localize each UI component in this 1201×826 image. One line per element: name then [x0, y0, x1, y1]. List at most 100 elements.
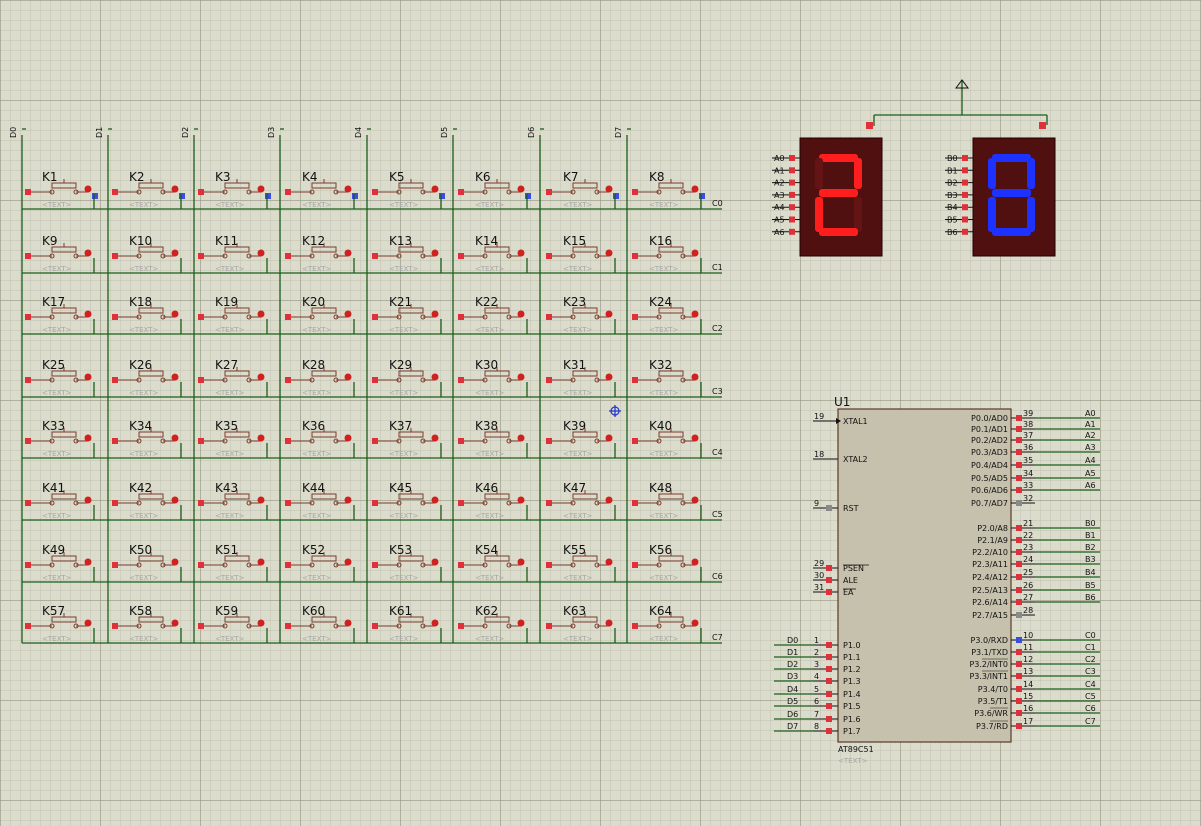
- key-pin[interactable]: [632, 500, 638, 506]
- key-K49[interactable]: K49 <TEXT>: [25, 543, 95, 582]
- key-K2[interactable]: K2 <TEXT>: [112, 170, 185, 209]
- key-pin[interactable]: [25, 377, 31, 383]
- key-pin[interactable]: [198, 623, 204, 629]
- key-K35[interactable]: K35 <TEXT>: [198, 419, 268, 458]
- key-probe[interactable]: [257, 249, 265, 257]
- key-pin[interactable]: [372, 377, 378, 383]
- display-pin-A2[interactable]: [789, 179, 795, 186]
- key-K19[interactable]: K19 <TEXT>: [198, 295, 268, 334]
- key-K36[interactable]: K36 <TEXT>: [285, 419, 355, 458]
- key-pin-active[interactable]: [613, 193, 619, 199]
- key-pin[interactable]: [546, 377, 552, 383]
- key-pin[interactable]: [25, 189, 31, 195]
- key-K51[interactable]: K51 <TEXT>: [198, 543, 268, 582]
- key-K3[interactable]: K3 <TEXT>: [198, 170, 271, 209]
- pin-marker[interactable]: [1016, 500, 1022, 506]
- pin-marker[interactable]: [1016, 599, 1022, 605]
- key-pin[interactable]: [372, 189, 378, 195]
- display-pin-B3[interactable]: [962, 191, 968, 198]
- display-pin-B1[interactable]: [962, 167, 968, 174]
- key-pin-active[interactable]: [265, 193, 271, 199]
- key-probe[interactable]: [171, 373, 179, 381]
- key-K41[interactable]: K41 <TEXT>: [25, 481, 95, 520]
- key-K56[interactable]: K56 <TEXT>: [632, 543, 702, 582]
- key-probe[interactable]: [605, 185, 613, 193]
- key-probe[interactable]: [605, 310, 613, 318]
- key-probe[interactable]: [344, 619, 352, 627]
- key-K9[interactable]: K9 <TEXT>: [25, 234, 95, 273]
- key-probe[interactable]: [344, 310, 352, 318]
- key-pin[interactable]: [25, 562, 31, 568]
- pin-marker[interactable]: [826, 666, 832, 672]
- key-probe[interactable]: [691, 185, 699, 193]
- key-K39[interactable]: K39 <TEXT>: [546, 419, 616, 458]
- pin-marker[interactable]: [826, 565, 832, 571]
- key-pin[interactable]: [546, 189, 552, 195]
- key-probe[interactable]: [431, 619, 439, 627]
- pin-marker[interactable]: [826, 589, 832, 595]
- pin-marker[interactable]: [1016, 649, 1022, 655]
- key-pin[interactable]: [285, 377, 291, 383]
- display-pin-B0[interactable]: [962, 155, 968, 161]
- power-terminal[interactable]: [866, 79, 1048, 129]
- pin-marker[interactable]: [826, 703, 832, 709]
- key-K26[interactable]: K26 <TEXT>: [112, 358, 182, 397]
- pin-marker[interactable]: [1016, 612, 1022, 618]
- mcu-at89c51[interactable]: U1AT89C51<TEXT>19XTAL118XTAL29RST29PSEN3…: [774, 395, 1100, 765]
- pin-marker[interactable]: [1016, 561, 1022, 567]
- key-probe[interactable]: [431, 434, 439, 442]
- key-pin-active[interactable]: [352, 193, 358, 199]
- key-probe[interactable]: [344, 185, 352, 193]
- key-pin[interactable]: [112, 500, 118, 506]
- key-probe[interactable]: [257, 310, 265, 318]
- pin-marker[interactable]: [1016, 462, 1022, 468]
- schematic-canvas[interactable]: D0 D1 D2 D3 D4 D5 D6 D7 C0 C1 C2 C3 C4 C5 C6 C7 K1 <TEXT>…: [0, 0, 1201, 826]
- display-pin-A5[interactable]: [789, 216, 795, 223]
- key-K30[interactable]: K30 <TEXT>: [458, 358, 528, 397]
- key-probe[interactable]: [517, 619, 525, 627]
- key-K50[interactable]: K50 <TEXT>: [112, 543, 182, 582]
- key-pin[interactable]: [458, 500, 464, 506]
- key-probe[interactable]: [517, 434, 525, 442]
- display-pin-A0[interactable]: [789, 155, 795, 161]
- key-pin[interactable]: [632, 377, 638, 383]
- key-pin[interactable]: [198, 562, 204, 568]
- key-K59[interactable]: K59 <TEXT>: [198, 604, 268, 643]
- key-K37[interactable]: K37 <TEXT>: [372, 419, 442, 458]
- key-pin[interactable]: [458, 438, 464, 444]
- key-pin[interactable]: [458, 253, 464, 259]
- key-probe[interactable]: [605, 619, 613, 627]
- key-probe[interactable]: [605, 558, 613, 566]
- key-probe[interactable]: [344, 558, 352, 566]
- key-K58[interactable]: K58 <TEXT>: [112, 604, 182, 643]
- pin-marker[interactable]: [1016, 549, 1022, 555]
- key-pin[interactable]: [198, 253, 204, 259]
- display-right[interactable]: B0 B1 B2 B3 B4 B5 B6: [945, 137, 1056, 257]
- key-probe[interactable]: [605, 373, 613, 381]
- key-pin[interactable]: [112, 253, 118, 259]
- key-pin[interactable]: [198, 189, 204, 195]
- key-K16[interactable]: K16 <TEXT>: [632, 234, 702, 273]
- key-K28[interactable]: K28 <TEXT>: [285, 358, 355, 397]
- pin-marker[interactable]: [1016, 574, 1022, 580]
- key-probe[interactable]: [171, 558, 179, 566]
- display-pin-A6[interactable]: [789, 228, 795, 235]
- pin-marker[interactable]: [1016, 449, 1022, 455]
- pin-marker[interactable]: [826, 691, 832, 697]
- key-probe[interactable]: [691, 558, 699, 566]
- key-probe[interactable]: [691, 619, 699, 627]
- key-K24[interactable]: K24 <TEXT>: [632, 295, 702, 334]
- pin-marker[interactable]: [826, 654, 832, 660]
- key-K21[interactable]: K21 <TEXT>: [372, 295, 442, 334]
- pin-marker[interactable]: [1016, 698, 1022, 704]
- key-pin[interactable]: [632, 623, 638, 629]
- key-pin[interactable]: [632, 562, 638, 568]
- key-pin[interactable]: [546, 438, 552, 444]
- key-K44[interactable]: K44 <TEXT>: [285, 481, 355, 520]
- key-pin-active[interactable]: [525, 193, 531, 199]
- key-probe[interactable]: [257, 434, 265, 442]
- key-probe[interactable]: [84, 496, 92, 504]
- key-probe[interactable]: [171, 496, 179, 504]
- key-pin[interactable]: [285, 253, 291, 259]
- key-pin[interactable]: [198, 314, 204, 320]
